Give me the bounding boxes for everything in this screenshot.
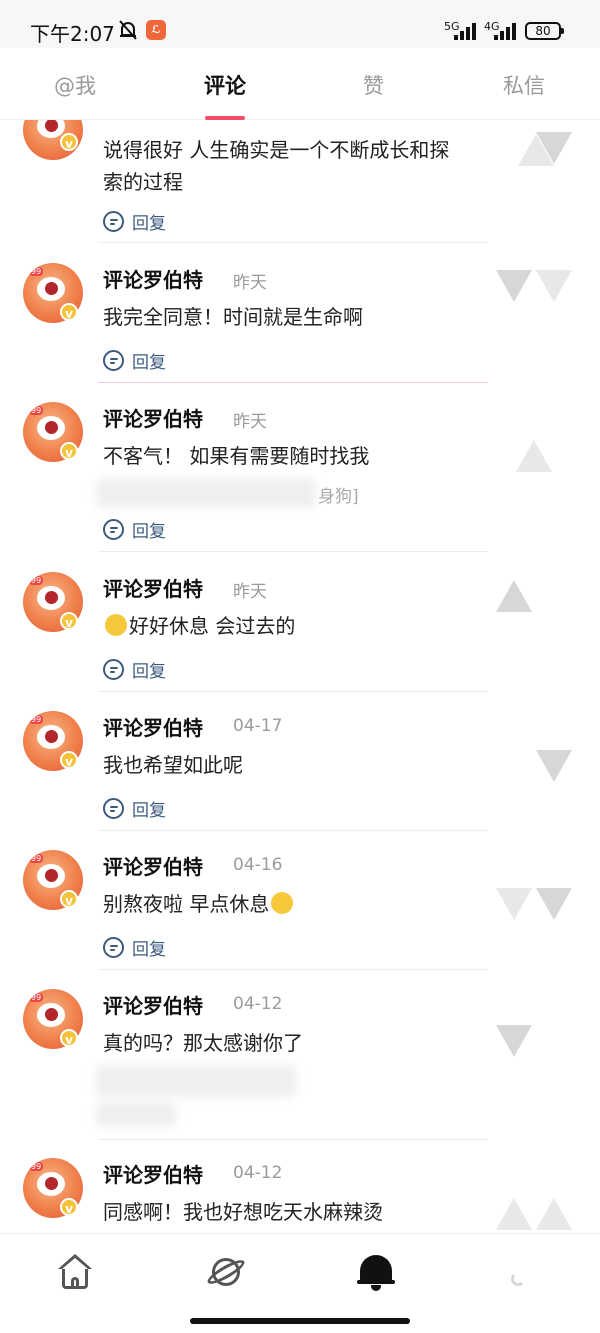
profile-icon[interactable]	[505, 1252, 545, 1292]
comment-date: 04-17	[233, 716, 283, 736]
divider	[98, 830, 488, 831]
signal-strength-icon	[494, 22, 516, 40]
comment-text: 真的吗？那太感谢你了	[103, 1031, 303, 1055]
blurred-quote	[96, 1065, 296, 1097]
decorative-triangle	[516, 440, 552, 472]
decorative-triangle	[518, 134, 554, 166]
reply-icon	[103, 659, 124, 680]
reply-label: 回复	[132, 353, 166, 373]
commenter-name[interactable]: 评论罗伯特	[103, 573, 203, 602]
reply-icon	[103, 211, 124, 232]
comment-date: 04-12	[233, 994, 283, 1014]
bell-icon[interactable]	[356, 1252, 396, 1292]
verified-badge-icon: v	[60, 1198, 78, 1216]
comment-text: 别熬夜啦 早点休息	[103, 888, 295, 920]
reply-label: 回复	[132, 940, 166, 960]
reply-icon	[103, 798, 124, 819]
commenter-name[interactable]: 评论罗伯特	[103, 712, 203, 741]
decorative-triangle	[536, 270, 572, 302]
comment-date: 04-12	[233, 1163, 283, 1183]
reply-button[interactable]: 回复	[103, 657, 166, 682]
signal-strength-icon	[454, 22, 476, 40]
decorative-triangle	[536, 750, 572, 782]
verified-badge-icon: v	[60, 751, 78, 769]
home-icon[interactable]	[56, 1252, 96, 1292]
verified-badge-icon: v	[60, 442, 78, 460]
verified-badge-icon: v	[60, 133, 78, 151]
commenter-name[interactable]: 评论罗伯特	[103, 403, 203, 432]
divider	[98, 1139, 488, 1140]
decorative-triangle	[536, 1198, 572, 1230]
home-indicator[interactable]	[190, 1318, 410, 1324]
reply-label: 回复	[132, 522, 166, 542]
reply-icon	[103, 350, 124, 371]
comment-date: 昨天	[233, 412, 267, 432]
status-bar: 下午2:07 ℒ 5G 4G 80	[0, 0, 600, 48]
comment-text: 好好休息 会过去的	[103, 610, 295, 642]
reply-label: 回复	[132, 214, 166, 234]
emoji-icon	[105, 614, 127, 636]
verified-badge-icon: v	[60, 612, 78, 630]
divider	[98, 551, 488, 552]
reply-button[interactable]: 回复	[103, 796, 166, 821]
reply-label: 回复	[132, 801, 166, 821]
battery-icon: 80	[525, 22, 564, 40]
decorative-triangle	[496, 270, 532, 302]
divider	[98, 382, 488, 383]
tab-comments[interactable]: 评论	[204, 70, 246, 100]
status-time: 下午2:07	[30, 22, 115, 46]
commenter-name[interactable]: 评论罗伯特	[103, 990, 203, 1019]
commenter-name[interactable]: 评论罗伯特	[103, 264, 203, 293]
planet-icon[interactable]	[204, 1252, 248, 1292]
decorative-triangle	[496, 1198, 532, 1230]
reply-button[interactable]: 回复	[103, 209, 166, 234]
decorative-triangle	[536, 888, 572, 920]
comment-list: v 说得很好 人生确实是一个不断成长和探 索的过程 回复 99 v 评论罗伯特 …	[0, 120, 600, 1233]
reply-label: 回复	[132, 662, 166, 682]
comment-text: 我完全同意！时间就是生命啊	[103, 305, 363, 329]
decorative-triangle	[496, 888, 532, 920]
divider	[98, 691, 488, 692]
comment-date: 昨天	[233, 582, 267, 602]
comment-text: 说得很好 人生确实是一个不断成长和探 索的过程	[103, 138, 450, 194]
comment-date: 昨天	[233, 273, 267, 293]
verified-badge-icon: v	[60, 890, 78, 908]
divider	[98, 969, 488, 970]
decorative-triangle	[496, 1025, 532, 1057]
decorative-triangle	[496, 580, 532, 612]
comment-text: 同感啊！我也好想吃天水麻辣烫	[103, 1200, 383, 1224]
emoji-icon	[271, 892, 294, 914]
app-notification-icon: ℒ	[146, 20, 166, 40]
tab-messages[interactable]: 私信	[503, 70, 545, 100]
verified-badge-icon: v	[60, 303, 78, 321]
reply-icon	[103, 519, 124, 540]
commenter-name[interactable]: 评论罗伯特	[103, 1159, 203, 1188]
message-tabs: @我 评论 赞 私信	[0, 48, 600, 120]
quote-fragment: 身狗]	[318, 487, 359, 507]
comment-text: 不客气！ 如果有需要随时找我	[103, 444, 370, 468]
bell-off-icon	[119, 20, 137, 40]
blurred-quote	[96, 478, 316, 508]
blurred-reply	[96, 1101, 176, 1127]
comment-text: 我也希望如此呢	[103, 753, 243, 777]
reply-icon	[103, 937, 124, 958]
comment-date: 04-16	[233, 855, 283, 875]
divider	[98, 242, 488, 243]
reply-button[interactable]: 回复	[103, 935, 166, 960]
tab-mentions[interactable]: @我	[54, 70, 96, 100]
reply-button[interactable]: 回复	[103, 517, 166, 542]
commenter-name[interactable]: 评论罗伯特	[103, 851, 203, 880]
reply-button[interactable]: 回复	[103, 348, 166, 373]
verified-badge-icon: v	[60, 1029, 78, 1047]
tab-likes[interactable]: 赞	[363, 70, 384, 100]
